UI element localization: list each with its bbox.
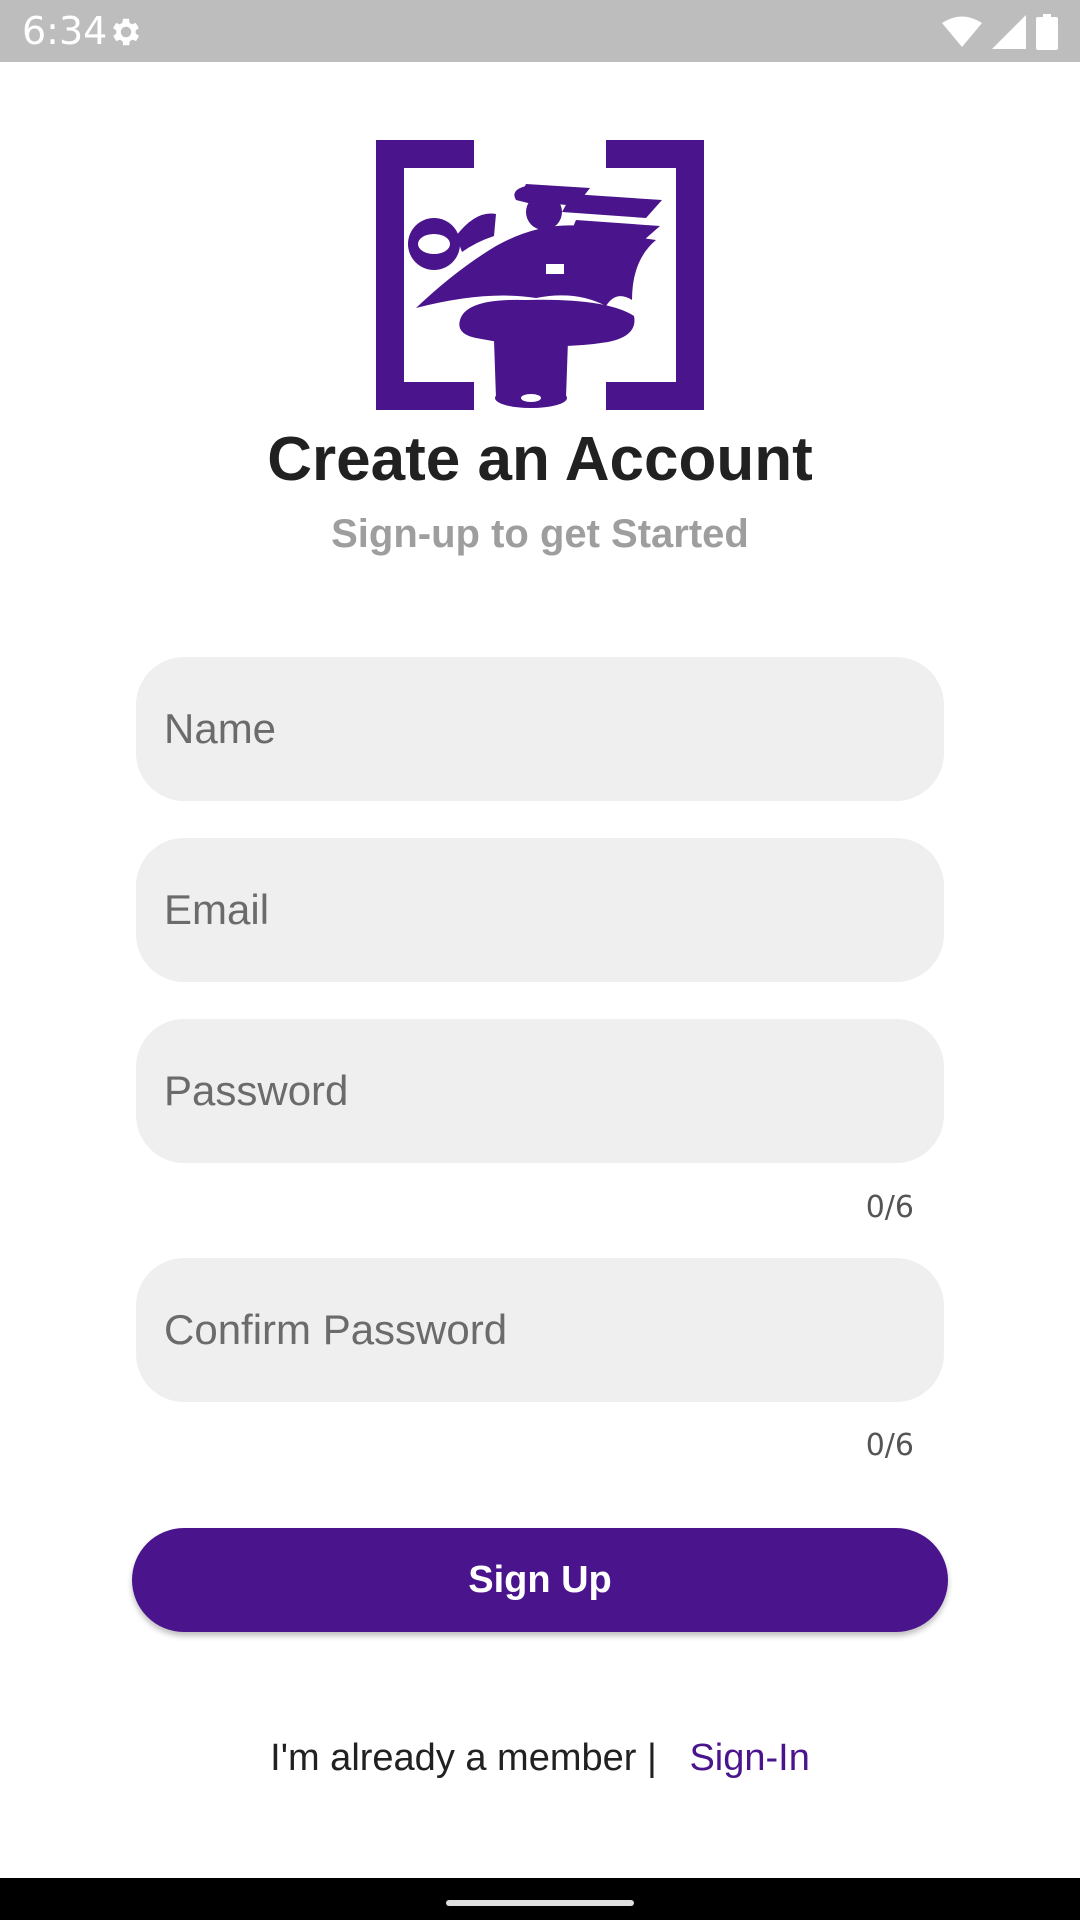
sign-in-link[interactable]: Sign-In [689, 1737, 809, 1779]
page-title: Create an Account [267, 425, 813, 494]
sign-in-prompt: I'm already a member | Sign-In [0, 1732, 1080, 1784]
confirm-password-input[interactable] [136, 1258, 944, 1402]
status-time: 6:34 [22, 9, 108, 53]
confirm-password-char-counter: 0/6 [865, 1428, 914, 1463]
gear-icon [113, 18, 140, 46]
status-bar: 6:34 [0, 0, 1080, 62]
email-input[interactable] [136, 838, 944, 982]
wifi-icon [942, 16, 982, 47]
battery-icon [1036, 14, 1058, 50]
brand-logo-icon [376, 140, 704, 410]
password-char-counter: 0/6 [865, 1190, 914, 1225]
password-input[interactable] [136, 1019, 944, 1163]
sign-up-button[interactable]: Sign Up [132, 1528, 948, 1632]
name-input[interactable] [136, 657, 944, 801]
home-gesture-handle[interactable] [446, 1900, 634, 1906]
already-member-text: I'm already a member [270, 1737, 637, 1779]
navigation-bar [0, 1878, 1080, 1920]
signal-icon [992, 15, 1026, 49]
page-subtitle: Sign-up to get Started [331, 512, 749, 556]
footer-separator: | [647, 1737, 657, 1779]
signup-screen: 6:34 Create an Account Sign-up to get St… [0, 0, 1080, 1920]
status-icons [942, 12, 1058, 52]
